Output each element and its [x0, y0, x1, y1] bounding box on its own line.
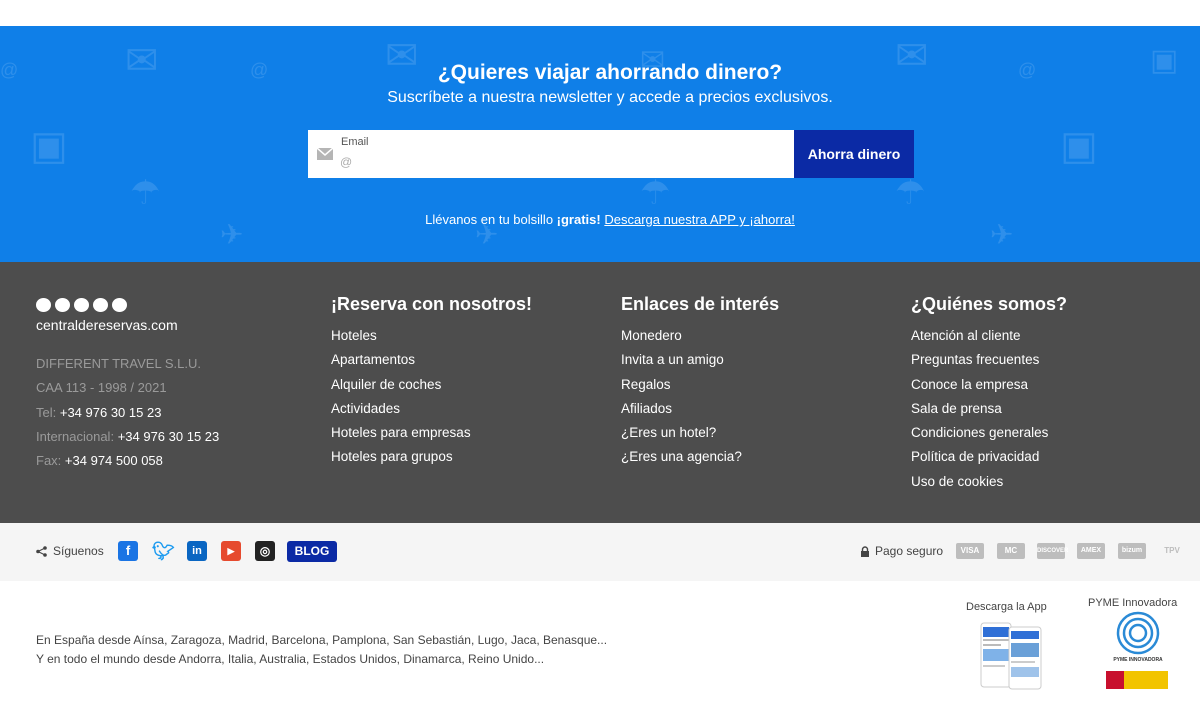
footer-link[interactable]: Regalos — [621, 373, 779, 397]
footer-link[interactable]: Monedero — [621, 324, 779, 348]
footer-link[interactable]: Apartamentos — [331, 348, 532, 372]
footer-link[interactable]: Hoteles para grupos — [331, 445, 532, 469]
social-bar: Síguenos f 🐦︎ in ▶ ◎ BLOG Pago seguro VI… — [0, 523, 1200, 581]
instagram-icon[interactable]: ◎ — [255, 541, 275, 561]
youtube-icon[interactable]: ▶ — [221, 541, 241, 561]
secure-payment: Pago seguro — [860, 544, 943, 558]
visa-icon: VISA — [956, 543, 984, 559]
footer-link[interactable]: Política de privacidad — [911, 445, 1067, 469]
company-info: DIFFERENT TRAVEL S.L.U. CAA 113 - 1998 /… — [36, 352, 219, 473]
footer-col-reserva: ¡Reserva con nosotros! Hoteles Apartamen… — [331, 294, 532, 470]
company-caa: CAA 113 - 1998 / 2021 — [36, 380, 167, 396]
app-promo-bold: ¡gratis! — [556, 212, 601, 227]
linkedin-icon[interactable]: in — [187, 541, 207, 561]
twitter-icon[interactable]: 🐦︎ — [152, 541, 175, 561]
fax-label: Fax: — [36, 453, 62, 469]
download-app-link[interactable]: Descarga nuestra APP y ¡ahorra! — [604, 212, 795, 227]
footer-link[interactable]: Sala de prensa — [911, 397, 1067, 421]
globe-icon — [36, 298, 51, 312]
lock-icon — [861, 545, 869, 557]
footer-link[interactable]: Actividades — [331, 397, 532, 421]
company-intl: Internacional: +34 976 30 15 23 — [36, 425, 219, 449]
mastercard-icon: MC — [997, 543, 1025, 559]
suitcase-icon: ▣ — [30, 124, 68, 168]
cities-text: En España desde Aínsa, Zaragoza, Madrid,… — [36, 631, 607, 669]
tel-label: Tel: — [36, 404, 57, 420]
facebook-icon[interactable]: f — [118, 541, 138, 561]
cities-world: Y en todo el mundo desde Andorra, Italia… — [36, 652, 545, 666]
pyme-badge-text: PYME INNOVADORA — [1113, 657, 1163, 663]
app-phones-image[interactable] — [979, 621, 1043, 691]
footer-link[interactable]: Atención al cliente — [911, 324, 1067, 348]
envelope-icon — [317, 148, 333, 160]
discover-icon: DISCOVER — [1037, 543, 1068, 559]
footer-link[interactable]: Hoteles para empresas — [331, 421, 532, 445]
footer-link[interactable]: Invita a un amigo — [621, 348, 779, 372]
bizum-icon: bizum — [1118, 543, 1146, 559]
share-icon — [36, 545, 47, 557]
app-promo: Llévanos en tu bolsillo ¡gratis! Descarg… — [0, 212, 1200, 227]
newsletter-section: ✉ ✉ ✉ ✉ ▣ ▣ ▣ @ @ @ ☂ ☂ ☂ ✈ ✈ ✈ ¿Quieres… — [0, 26, 1200, 262]
email-label: Email — [341, 136, 369, 148]
bottom-section: En España desde Aínsa, Zaragoza, Madrid,… — [0, 581, 1200, 709]
newsletter-title: ¿Quieres viajar ahorrando dinero? — [437, 61, 783, 84]
intl-value[interactable]: +34 976 30 15 23 — [118, 429, 220, 444]
newsletter-subtitle: Suscríbete a nuestra newsletter y accede… — [387, 89, 833, 106]
share-label: Síguenos — [36, 544, 104, 558]
footer-main: centraldereservas.com DIFFERENT TRAVEL S… — [0, 262, 1200, 523]
footer-link[interactable]: Alquiler de coches — [331, 373, 532, 397]
footer-link[interactable]: Conoce la empresa — [911, 373, 1067, 397]
footer-link[interactable]: Afiliados — [621, 397, 779, 421]
umbrella-icon: ☂ — [130, 174, 161, 212]
suitcase-icon: ▣ — [1060, 124, 1098, 168]
fax-value: +34 974 500 058 — [64, 453, 163, 469]
footer-col-quienes: ¿Quiénes somos? Atención al cliente Preg… — [911, 294, 1067, 494]
subscribe-button[interactable]: Ahorra dinero — [794, 130, 914, 178]
footer-link[interactable]: Preguntas frecuentes — [911, 348, 1067, 372]
umbrella-icon: ☂ — [640, 174, 671, 212]
top-strip — [0, 0, 1200, 26]
company-name: DIFFERENT TRAVEL S.L.U. — [36, 356, 201, 371]
cities-spain: En España desde Aínsa, Zaragoza, Madrid,… — [36, 633, 608, 647]
app-promo-text: Llévanos en tu bolsillo — [425, 212, 557, 227]
footer-link[interactable]: Uso de cookies — [911, 470, 1067, 494]
footer-col-title: ¿Quiénes somos? — [911, 294, 1068, 314]
share-text: Síguenos — [53, 544, 104, 558]
globe-icon — [55, 298, 70, 312]
footer-link[interactable]: Condiciones generales — [911, 421, 1067, 445]
pyme-logo-image — [1106, 611, 1168, 689]
footer-link[interactable]: ¿Eres una agencia? — [621, 445, 779, 469]
secure-text: Pago seguro — [875, 544, 944, 558]
intl-label: Internacional: — [36, 428, 115, 444]
globe-icon — [74, 298, 89, 312]
brand-logo-icons[interactable] — [36, 298, 127, 312]
umbrella-icon: ☂ — [895, 174, 926, 212]
globe-icon — [93, 298, 108, 312]
download-app-label: Descarga la App — [966, 601, 1047, 613]
amex-icon: AMEX — [1077, 543, 1105, 559]
blog-button[interactable]: BLOG — [287, 541, 337, 562]
pyme-label: PYME Innovadora — [1088, 597, 1178, 609]
footer-link[interactable]: Hoteles — [331, 324, 532, 348]
company-tel: Tel: +34 976 30 15 23 — [36, 401, 219, 425]
globe-icon — [112, 298, 127, 312]
email-input[interactable] — [340, 152, 780, 172]
footer-link[interactable]: ¿Eres un hotel? — [621, 421, 779, 445]
tel-value[interactable]: +34 976 30 15 23 — [60, 405, 162, 420]
footer-col-title: ¡Reserva con nosotros! — [331, 294, 533, 314]
email-field[interactable]: Email — [308, 130, 794, 178]
footer-col-title: Enlaces de interés — [621, 294, 780, 314]
brand-logo-text[interactable]: centraldereservas.com — [36, 317, 178, 333]
tpv-icon: TPV — [1164, 546, 1180, 555]
company-fax: Fax: +34 974 500 058 — [36, 449, 219, 473]
footer-col-enlaces: Enlaces de interés Monedero Invita a un … — [621, 294, 779, 470]
